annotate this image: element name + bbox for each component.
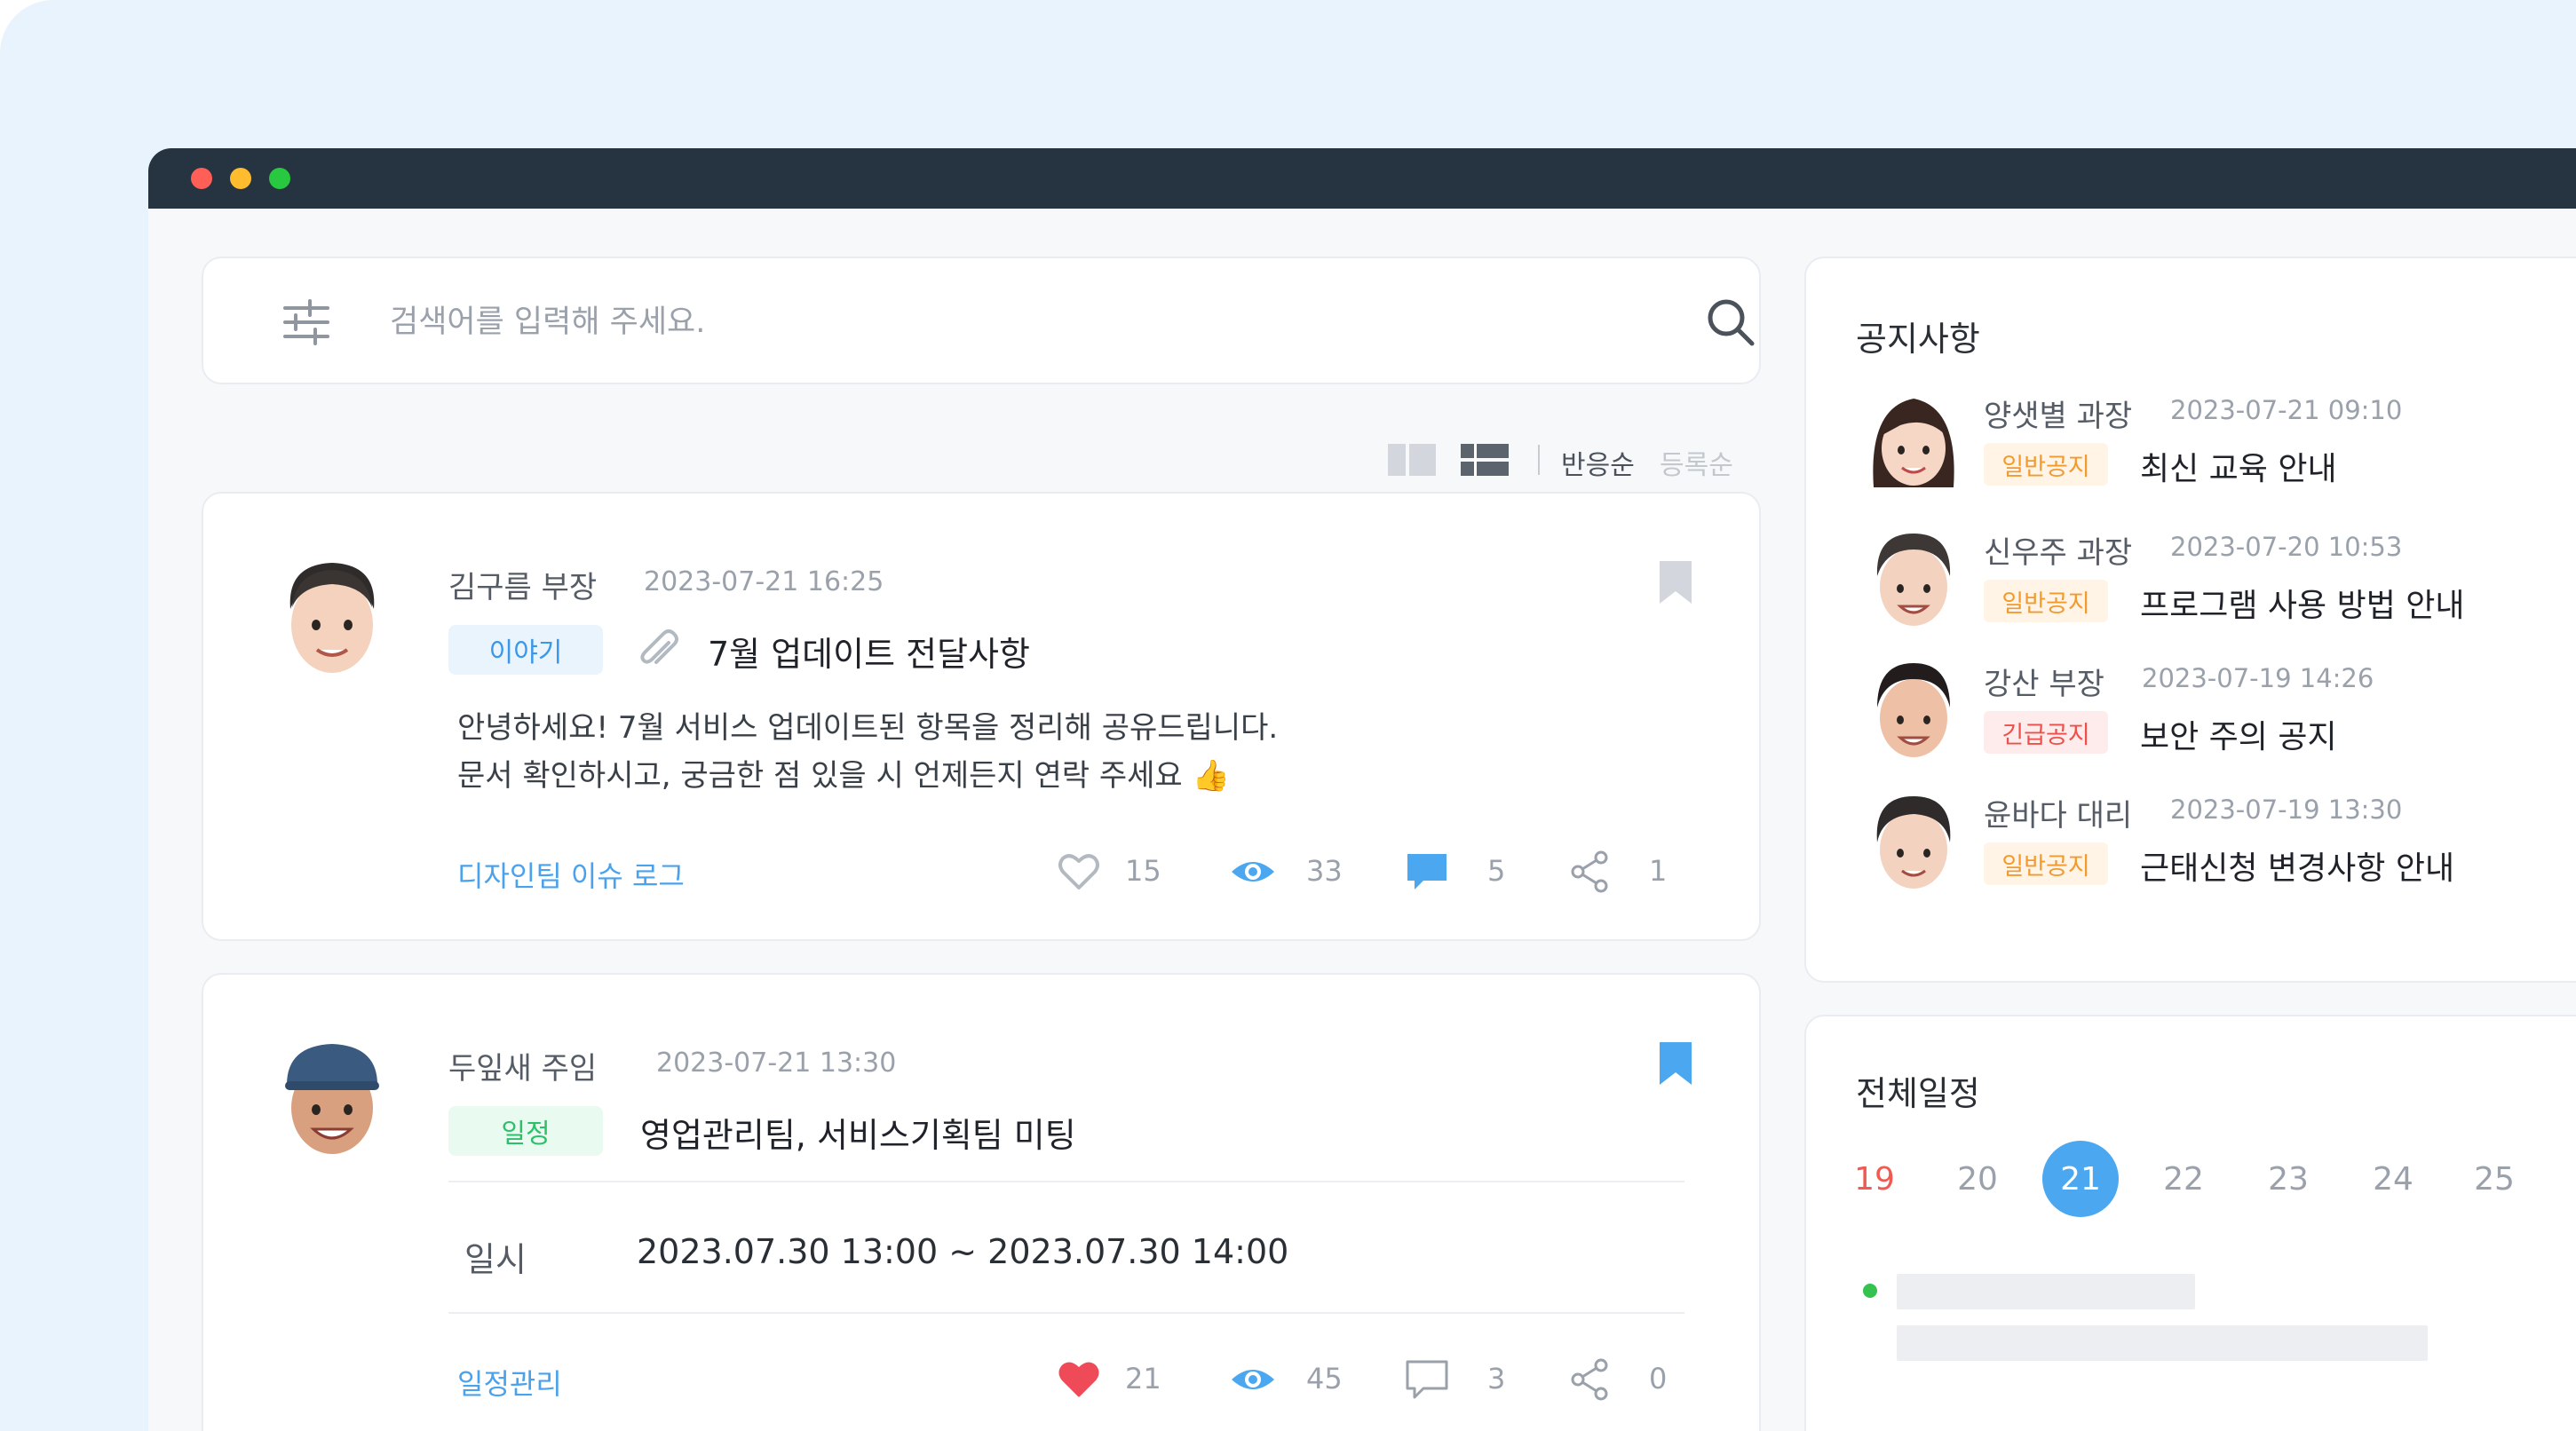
comment-count: 3 — [1487, 1362, 1506, 1395]
post-category-tag[interactable]: 이야기 — [448, 625, 603, 675]
schedule-panel-title: 전체일정 — [1856, 1074, 1980, 1113]
notice-tag: 긴급공지 — [1984, 711, 2108, 754]
app-window: 반응순 등록순 김구름 부장 2023-07-21 16:25 이야기 7월 업… — [148, 148, 2576, 1431]
calendar-day[interactable]: 23 — [2250, 1141, 2326, 1217]
post-title[interactable]: 7월 업데이트 전달사항 — [708, 627, 1030, 676]
notice-title[interactable]: 최신 교육 안내 — [2140, 443, 2337, 489]
like-count: 15 — [1125, 854, 1161, 888]
notice-title[interactable]: 근태신청 변경사항 안내 — [2140, 842, 2454, 889]
like-count: 21 — [1125, 1362, 1161, 1395]
share-icon[interactable] — [1567, 1356, 1613, 1403]
calendar-day[interactable]: 20 — [1939, 1141, 2016, 1217]
notice-tag: 일반공지 — [1984, 443, 2108, 486]
sort-by-date[interactable]: 등록순 — [1660, 443, 1733, 482]
schedule-panel: 전체일정 19 20 21 22 23 24 25 — [1804, 1015, 2576, 1431]
notice-date: 2023-07-21 09:10 — [2170, 395, 2403, 425]
view-count: 45 — [1306, 1362, 1343, 1395]
calendar-day[interactable]: 25 — [2456, 1141, 2532, 1217]
heart-icon[interactable] — [1056, 1356, 1102, 1403]
view-count: 33 — [1306, 854, 1343, 888]
share-count: 1 — [1649, 854, 1668, 888]
filter-icon[interactable] — [280, 296, 333, 349]
event-placeholder — [1897, 1274, 2195, 1309]
share-icon[interactable] — [1567, 849, 1613, 895]
calendar-day-selected[interactable]: 21 — [2042, 1141, 2119, 1217]
notice-author: 윤바다 대리 — [1984, 798, 2133, 834]
eye-icon — [1232, 1370, 1274, 1389]
post-channel-link[interactable]: 일정관리 — [457, 1362, 562, 1403]
post-date: 2023-07-21 13:30 — [656, 1048, 897, 1079]
post-card[interactable]: 김구름 부장 2023-07-21 16:25 이야기 7월 업데이트 전달사항… — [202, 492, 1761, 941]
eye-icon — [1232, 862, 1274, 882]
schedule-field-value: 2023.07.30 13:00 ~ 2023.07.30 14:00 — [637, 1232, 1289, 1271]
sort-by-reaction[interactable]: 반응순 — [1561, 443, 1635, 482]
avatar — [1876, 796, 1951, 889]
post-category-tag[interactable]: 일정 — [448, 1106, 603, 1156]
notice-date: 2023-07-19 13:30 — [2170, 795, 2403, 825]
comment-count: 5 — [1487, 854, 1506, 888]
event-placeholder — [1897, 1325, 2428, 1361]
notice-title[interactable]: 보안 주의 공지 — [2140, 711, 2337, 757]
post-body-line: 문서 확인하시고, 궁금한 점 있을 시 언제든지 연락 주세요 👍 — [457, 758, 1230, 794]
minimize-window-button[interactable] — [230, 168, 251, 189]
notice-date: 2023-07-19 14:26 — [2142, 663, 2374, 693]
bookmark-icon[interactable] — [1656, 557, 1695, 607]
notice-date: 2023-07-20 10:53 — [2170, 532, 2403, 562]
comment-icon[interactable] — [1404, 849, 1450, 895]
divider — [448, 1312, 1684, 1314]
calendar-day[interactable]: 22 — [2145, 1141, 2222, 1217]
search-bar — [202, 257, 1761, 384]
notice-panel: 공지사항 양샛별 과장 2023-07-21 09:10 일반공지 최신 교육 … — [1804, 257, 2576, 983]
divider — [448, 1181, 1684, 1182]
avatar — [289, 563, 375, 673]
post-body-line: 안녕하세요! 7월 서비스 업데이트된 항목을 정리해 공유드립니다. — [457, 710, 1279, 746]
window-titlebar — [148, 148, 2576, 209]
post-card[interactable]: 두잎새 주임 2023-07-21 13:30 일정 영업관리팀, 서비스기획팀… — [202, 973, 1761, 1431]
list-view-icon[interactable] — [1460, 443, 1510, 477]
notice-author: 강산 부장 — [1984, 667, 2104, 702]
search-input[interactable] — [390, 297, 1580, 347]
calendar-day[interactable]: 24 — [2355, 1141, 2431, 1217]
notice-panel-title: 공지사항 — [1856, 320, 1980, 359]
calendar-day[interactable]: 19 — [1836, 1141, 1913, 1217]
close-window-button[interactable] — [191, 168, 212, 189]
event-indicator — [1863, 1284, 1877, 1298]
schedule-field-label: 일시 — [464, 1240, 527, 1279]
card-view-icon[interactable] — [1387, 443, 1437, 477]
notice-tag: 일반공지 — [1984, 842, 2108, 885]
post-author[interactable]: 김구름 부장 — [448, 563, 597, 606]
bookmark-icon[interactable] — [1656, 1039, 1695, 1088]
maximize-window-button[interactable] — [269, 168, 290, 189]
heart-icon[interactable] — [1056, 849, 1102, 895]
notice-tag: 일반공지 — [1984, 580, 2108, 622]
post-title[interactable]: 영업관리팀, 서비스기획팀 미팅 — [640, 1108, 1076, 1157]
post-date: 2023-07-21 16:25 — [644, 566, 884, 597]
sort-divider — [1538, 445, 1540, 475]
notice-title[interactable]: 프로그램 사용 방법 안내 — [2140, 580, 2465, 626]
search-icon[interactable] — [1704, 296, 1757, 349]
share-count: 0 — [1649, 1362, 1668, 1395]
avatar — [1877, 663, 1950, 757]
comment-icon[interactable] — [1404, 1356, 1450, 1403]
notice-author: 양샛별 과장 — [1984, 399, 2133, 434]
avatar — [1876, 534, 1951, 626]
notice-author: 신우주 과장 — [1984, 535, 2133, 571]
post-author[interactable]: 두잎새 주임 — [448, 1044, 597, 1087]
post-channel-link[interactable]: 디자인팀 이슈 로그 — [457, 854, 685, 895]
avatar — [1873, 399, 1954, 487]
view-sort-bar: 반응순 등록순 — [1387, 432, 1760, 486]
avatar — [285, 1044, 379, 1154]
attachment-icon — [640, 629, 678, 664]
